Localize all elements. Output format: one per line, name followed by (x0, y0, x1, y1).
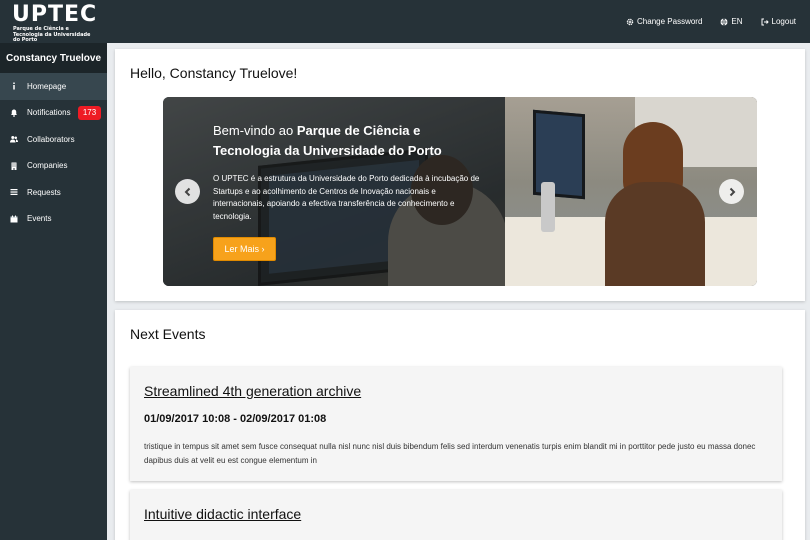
woman-body-shape (605, 182, 705, 286)
carousel-title-plain: Bem-vindo ao (213, 123, 297, 138)
next-events-heading: Next Events (130, 326, 206, 342)
change-password-link[interactable]: Change Password (626, 17, 702, 26)
event-card: Streamlined 4th generation archive 01/09… (130, 367, 782, 481)
logout-label: Logout (771, 17, 796, 26)
sidebar-item-requests[interactable]: Requests (0, 179, 107, 206)
sidebar-item-label: Homepage (27, 81, 67, 91)
sidebar-item-homepage[interactable]: Homepage (0, 73, 107, 100)
greeting-heading: Hello, Constancy Truelove! (130, 65, 298, 81)
chevron-right-icon (729, 187, 735, 196)
carousel-next-button[interactable] (719, 179, 744, 204)
sidebar: Constancy Truelove Homepage Notification… (0, 43, 107, 540)
gear-icon (626, 18, 634, 25)
welcome-panel: Hello, Constancy Truelove! Bem-vindo ao … (115, 49, 805, 301)
sidebar-item-label: Collaborators (27, 134, 75, 144)
globe-icon (720, 17, 728, 26)
uptec-logo[interactable]: UPTEC Parque de Ciência e Tecnologia da … (12, 2, 102, 43)
notification-count-badge: 173 (78, 105, 101, 120)
sidebar-item-companies[interactable]: Companies (0, 153, 107, 180)
event-title-link[interactable]: Streamlined 4th generation archive (144, 383, 361, 399)
event-description: tristique in tempus sit amet sem fusce c… (144, 442, 756, 465)
sidebar-user-name: Constancy Truelove (0, 43, 107, 73)
list-icon (10, 188, 18, 196)
bottle-shape (541, 182, 555, 232)
sidebar-item-events[interactable]: Events (0, 206, 107, 233)
sidebar-item-label: Notifications (27, 108, 71, 118)
chevron-left-icon (184, 187, 190, 196)
carousel-title-bold-2: Tecnologia da Universidade do Porto (213, 143, 442, 158)
carousel-text: O UPTEC é a estrutura da Universidade do… (213, 174, 480, 221)
top-bar: UPTEC Parque de Ciência e Tecnologia da … (0, 0, 810, 43)
event-title-link[interactable]: Intuitive didactic interface (144, 506, 301, 522)
logout-icon (761, 18, 769, 25)
carousel-prev-button[interactable] (175, 179, 200, 204)
bell-icon (10, 109, 18, 117)
users-icon (10, 135, 18, 143)
calendar-icon (10, 215, 18, 223)
read-more-button[interactable]: Ler Mais › (213, 237, 276, 261)
sidebar-item-collaborators[interactable]: Collaborators (0, 126, 107, 153)
sidebar-item-label: Requests (27, 187, 61, 197)
event-date: 01/09/2017 10:08 - 02/09/2017 01:08 (144, 413, 327, 425)
change-password-label: Change Password (637, 17, 703, 26)
sidebar-item-label: Events (27, 214, 52, 224)
logo-subtitle: Parque de Ciência e Tecnologia da Univer… (13, 26, 91, 43)
logout-link[interactable]: Logout (761, 17, 796, 26)
info-icon (10, 82, 18, 90)
top-nav: Change Password EN Logout (626, 0, 796, 43)
sidebar-item-notifications[interactable]: Notifications 173 (0, 100, 107, 127)
events-panel: Next Events Streamlined 4th generation a… (115, 310, 805, 540)
hero-carousel: Bem-vindo ao Parque de Ciência e Tecnolog… (163, 97, 757, 286)
event-card: Intuitive didactic interface (130, 490, 782, 540)
logo-title: UPTEC (12, 2, 98, 27)
carousel-title: Bem-vindo ao Parque de Ciência e Tecnolog… (213, 121, 483, 161)
language-label: EN (731, 17, 743, 26)
building-icon (10, 162, 18, 170)
carousel-title-bold-1: Parque de Ciência e (296, 123, 421, 138)
sidebar-item-label: Companies (27, 161, 68, 171)
language-switch[interactable]: EN (720, 17, 743, 26)
